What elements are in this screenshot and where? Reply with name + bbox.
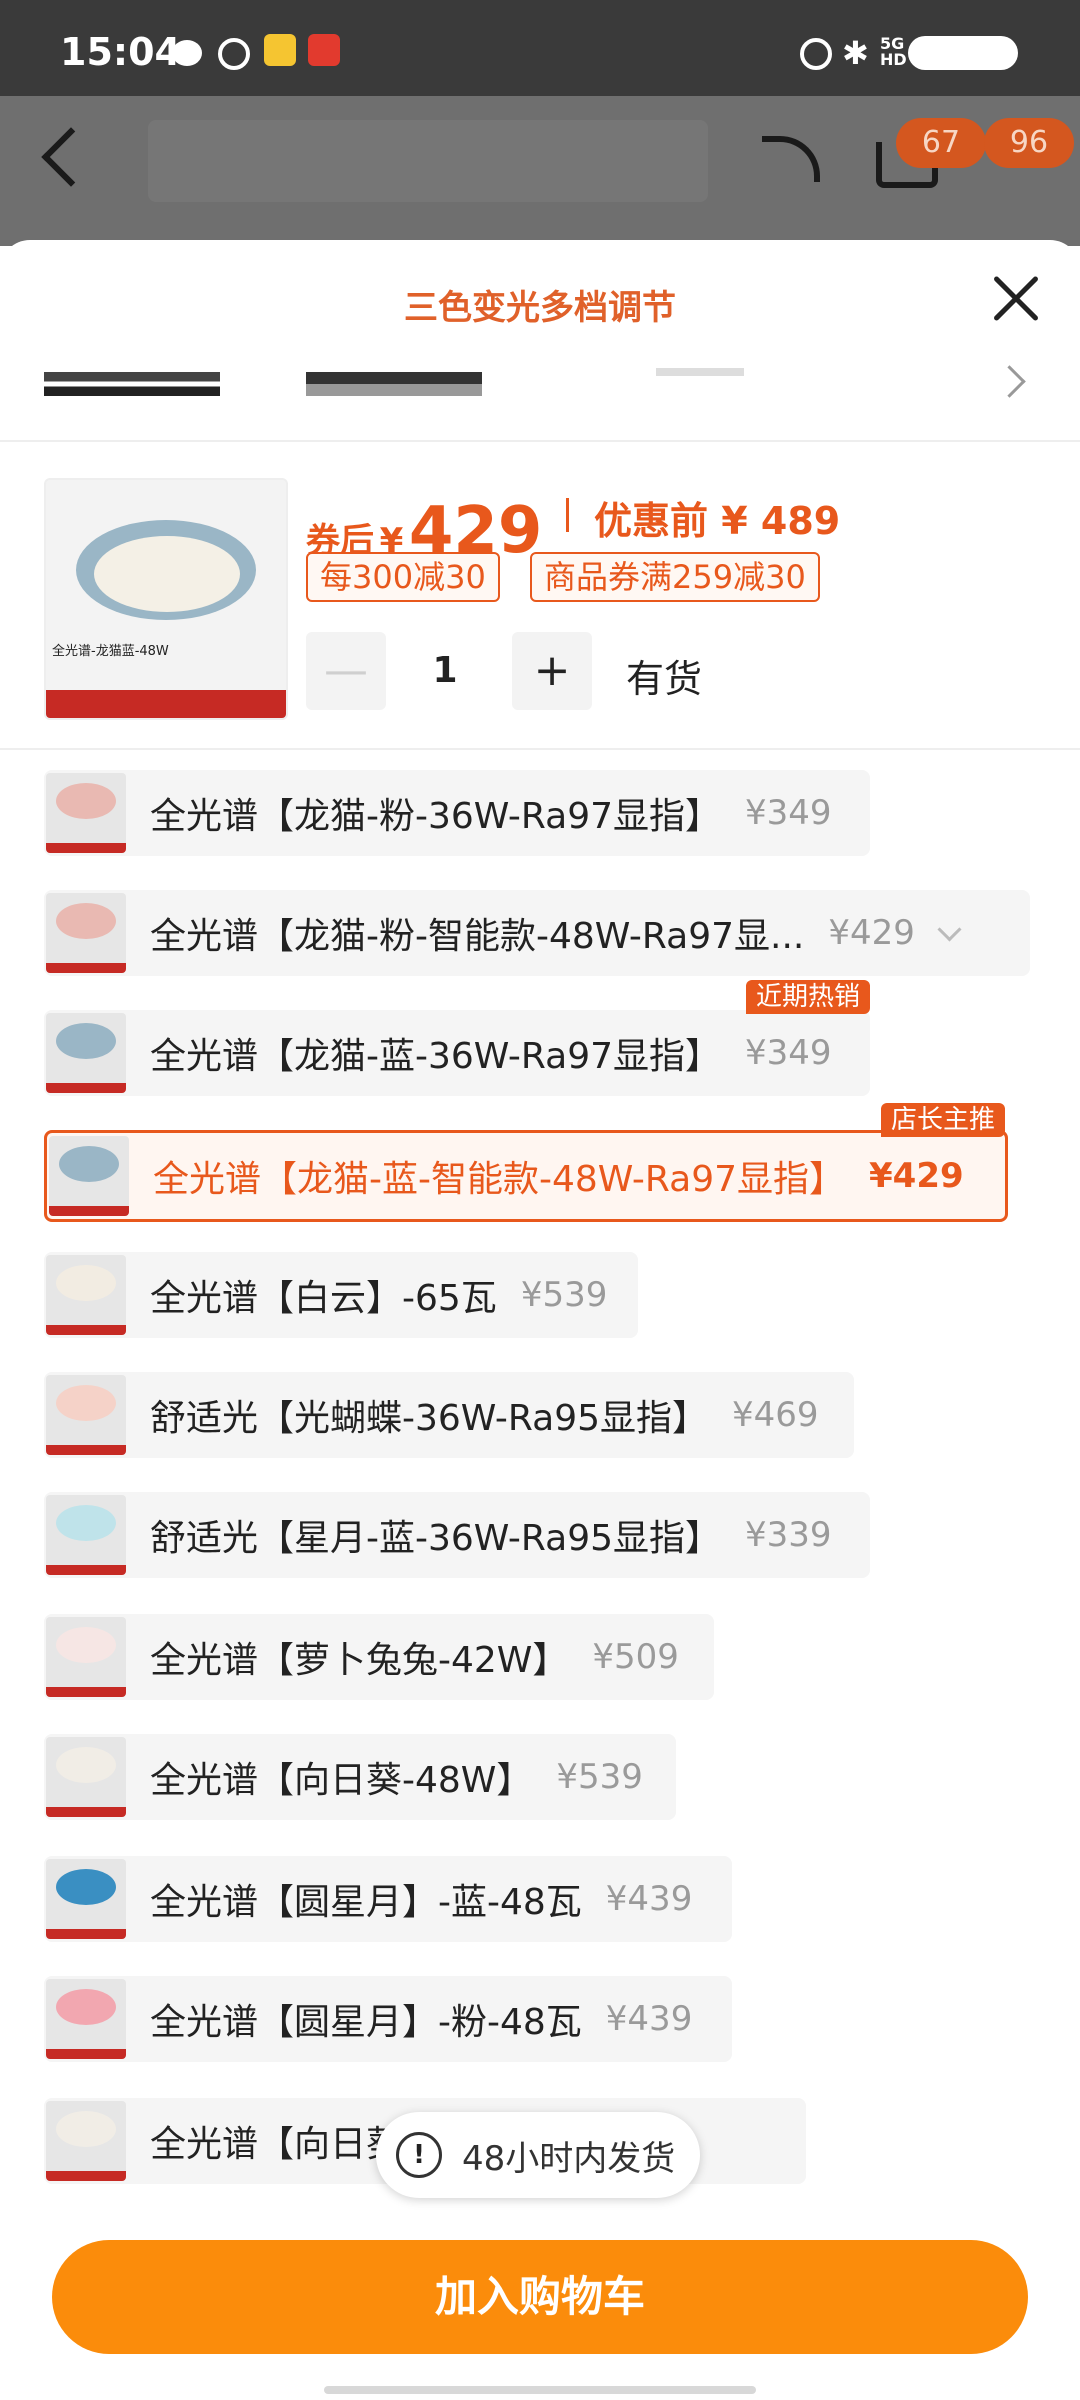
divider <box>0 440 1080 442</box>
variant-option[interactable]: 全光谱【萝卜兔兔-42W】 ¥509 <box>44 1614 714 1700</box>
spec-tab-2[interactable] <box>306 372 482 396</box>
bluetooth-icon: ✱ <box>842 34 869 72</box>
shipping-toast: ! 48小时内发货 <box>376 2112 700 2198</box>
battery-icon <box>908 36 1018 70</box>
variant-thumbnail <box>46 1255 126 1335</box>
variant-price: ¥539 <box>520 1275 608 1315</box>
variant-option[interactable]: 全光谱【圆星月】-粉-48瓦 ¥439 <box>44 1976 732 2062</box>
spec-tab-3[interactable] <box>656 368 744 376</box>
back-icon[interactable] <box>41 127 101 187</box>
variant-name: 全光谱【白云】-65瓦 <box>150 1278 497 1319</box>
variant-name: 全光谱【萝卜兔兔-42W】 <box>150 1640 569 1681</box>
variant-name: 全光谱【龙猫-蓝-智能款-48W-Ra97显指】 <box>153 1159 845 1200</box>
app-icon-red <box>308 34 340 66</box>
variant-tag: 店长主推 <box>880 1103 1005 1137</box>
variant-option[interactable]: 全光谱【向日葵-48W】 ¥539 <box>44 1734 676 1820</box>
coupon-tag[interactable]: 商品券满259减30 <box>530 552 820 602</box>
variant-price: ¥349 <box>745 793 832 833</box>
thumbnail-price-strip <box>46 690 286 718</box>
info-icon: ! <box>396 2132 442 2178</box>
alarm-icon <box>800 38 832 70</box>
variant-price: ¥439 <box>605 1999 693 2039</box>
thumbnail-caption: 全光谱-龙猫蓝-48W <box>52 644 169 659</box>
variant-price: ¥469 <box>732 1395 819 1435</box>
variant-price: ¥439 <box>605 1879 693 1919</box>
variant-thumbnail <box>46 1013 126 1093</box>
variant-name: 全光谱【圆星月】-粉-48瓦 <box>150 2002 582 2043</box>
link-icon <box>218 38 250 70</box>
close-icon[interactable] <box>990 272 1042 324</box>
variant-thumbnail <box>46 893 126 973</box>
more-badge: 96 <box>984 118 1074 168</box>
variant-option[interactable]: 全光谱【圆星月】-蓝-48瓦 ¥439 <box>44 1856 732 1942</box>
variant-name: 全光谱【龙猫-粉-智能款-48W-Ra97显... <box>150 916 805 957</box>
cart-badge: 67 <box>896 118 986 168</box>
search-bar[interactable] <box>148 120 708 202</box>
variant-price: ¥429 <box>869 1156 964 1196</box>
app-icon-green <box>264 34 296 66</box>
variant-name: 全光谱【圆星月】-蓝-48瓦 <box>150 1882 582 1923</box>
wechat-icon <box>172 40 202 66</box>
variant-price: ¥429 <box>828 913 915 953</box>
price-separator <box>566 498 569 532</box>
quantity-value[interactable]: 1 <box>420 650 470 691</box>
add-to-cart-button[interactable]: 加入购物车 <box>52 2240 1028 2354</box>
chevron-down-icon[interactable] <box>937 916 962 942</box>
lamp-face <box>94 536 240 612</box>
variant-price: ¥509 <box>592 1637 679 1677</box>
variant-name: 全光谱【龙猫-蓝-36W-Ra97显指】 <box>150 1036 722 1077</box>
variant-name: 舒适光【光蝴蝶-36W-Ra95显指】 <box>150 1398 709 1439</box>
variant-option[interactable]: 舒适光【星月-蓝-36W-Ra95显指】 ¥339 <box>44 1492 870 1578</box>
variant-name: 舒适光【星月-蓝-36W-Ra95显指】 <box>150 1518 722 1559</box>
variant-thumbnail <box>46 1617 126 1697</box>
variant-option[interactable]: 全光谱【白云】-65瓦 ¥539 <box>44 1252 638 1338</box>
variant-option[interactable]: 舒适光【光蝴蝶-36W-Ra95显指】 ¥469 <box>44 1372 854 1458</box>
variant-option[interactable]: 全光谱【龙猫-粉-36W-Ra97显指】 ¥349 <box>44 770 870 856</box>
variant-thumbnail <box>46 1495 126 1575</box>
stock-status: 有货 <box>626 657 703 701</box>
variant-tag: 近期热销 <box>745 980 870 1014</box>
status-bar: 15:04 ✱ 5G HD <box>0 0 1080 96</box>
spec-tab-1[interactable] <box>44 372 220 396</box>
variant-name: 全光谱【向日葵-48W】 <box>150 1760 533 1801</box>
price-before: 优惠前 ¥ 489 <box>594 499 841 543</box>
coupon-tag[interactable]: 每300减30 <box>306 552 500 602</box>
quantity-increase-button[interactable]: + <box>512 632 592 710</box>
variant-name: 全光谱【龙猫-粉-36W-Ra97显指】 <box>150 796 722 837</box>
product-thumbnail[interactable]: 全光谱-龙猫蓝-48W <box>44 478 288 720</box>
home-indicator <box>324 2386 756 2394</box>
variant-option[interactable]: 全光谱【龙猫-蓝-36W-Ra97显指】 ¥349 近期热销 <box>44 980 870 1096</box>
variant-name: 全光谱【向日葵 <box>150 2124 403 2165</box>
variant-thumbnail <box>46 1859 126 1939</box>
variant-price: ¥339 <box>745 1515 832 1555</box>
sheet-title: 三色变光多档调节 <box>404 288 676 328</box>
variant-thumbnail <box>46 1375 126 1455</box>
variant-thumbnail <box>46 2101 126 2181</box>
variant-price: ¥349 <box>745 1033 832 1073</box>
top-nav: 67 96 <box>0 96 1080 246</box>
variant-option[interactable]: 全光谱【龙猫-蓝-智能款-48W-Ra97显指】 ¥429 店长主推 <box>44 1103 1008 1222</box>
variant-thumbnail <box>46 773 126 853</box>
variant-thumbnail <box>46 1737 126 1817</box>
variant-price: ¥539 <box>556 1757 643 1797</box>
status-time: 15:04 <box>60 30 181 74</box>
toast-text: 48小时内发货 <box>462 2138 676 2179</box>
variant-thumbnail <box>46 1979 126 2059</box>
share-icon[interactable] <box>762 136 820 182</box>
variant-option[interactable]: 全光谱【龙猫-粉-智能款-48W-Ra97显... ¥429 <box>44 890 1030 976</box>
divider <box>0 748 1080 750</box>
variant-thumbnail <box>49 1136 129 1216</box>
quantity-decrease-button[interactable]: — <box>306 632 386 710</box>
